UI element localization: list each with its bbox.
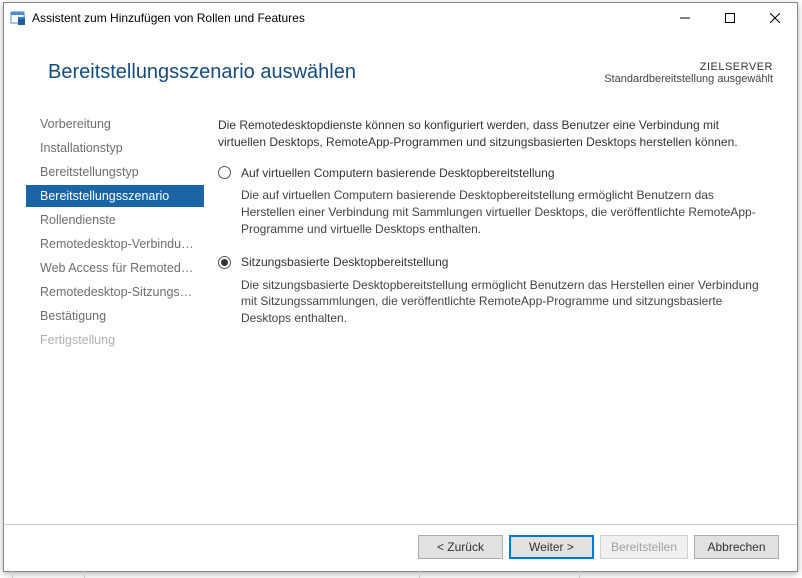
page-title: Bereitstellungsszenario auswählen	[48, 61, 356, 84]
sidebar-item-vorbereitung[interactable]: Vorbereitung	[32, 113, 204, 135]
option-vm-based-label: Auf virtuellen Computern basierende Desk…	[241, 165, 555, 182]
cancel-button[interactable]: Abbrechen	[694, 535, 779, 559]
target-info: ZIELSERVER Standardbereitstellung ausgew…	[604, 61, 773, 85]
minimize-button[interactable]	[662, 3, 707, 33]
sidebar: Vorbereitung Installationstyp Bereitstel…	[4, 105, 204, 524]
maximize-button[interactable]	[707, 3, 752, 33]
app-icon	[10, 10, 26, 26]
target-label: ZIELSERVER	[604, 61, 773, 73]
titlebar: Assistent zum Hinzufügen von Rollen und …	[4, 3, 797, 33]
option-session-based-label: Sitzungsbasierte Desktopbereitstellung	[241, 254, 448, 271]
close-button[interactable]	[752, 3, 797, 33]
intro-text: Die Remotedesktopdienste können so konfi…	[218, 117, 769, 151]
titlebar-text: Assistent zum Hinzufügen von Rollen und …	[32, 11, 305, 25]
footer: < Zurück Weiter > Bereitstellen Abbreche…	[4, 524, 797, 571]
sidebar-item-fertigstellung: Fertigstellung	[32, 329, 204, 351]
sidebar-item-rd-verbindungsbroker[interactable]: Remotedesktop-Verbindungsbroker	[32, 233, 204, 255]
sidebar-item-bestaetigung[interactable]: Bestätigung	[32, 305, 204, 327]
deploy-button: Bereitstellen	[600, 535, 688, 559]
option-session-based-desc: Die sitzungsbasierte Desktopbereitstellu…	[218, 277, 769, 327]
back-button[interactable]: < Zurück	[418, 535, 503, 559]
header: Bereitstellungsszenario auswählen ZIELSE…	[4, 33, 797, 95]
sidebar-item-rd-sitzungshost[interactable]: Remotedesktop-Sitzungshost	[32, 281, 204, 303]
target-value: Standardbereitstellung ausgewählt	[604, 73, 773, 85]
option-vm-based[interactable]: Auf virtuellen Computern basierende Desk…	[218, 165, 769, 238]
next-button[interactable]: Weiter >	[509, 535, 594, 559]
sidebar-item-installationstyp[interactable]: Installationstyp	[32, 137, 204, 159]
option-vm-based-desc: Die auf virtuellen Computern basierende …	[218, 187, 769, 237]
background-grid	[3, 570, 798, 578]
radio-vm-based[interactable]	[218, 166, 231, 179]
sidebar-item-bereitstellungstyp[interactable]: Bereitstellungstyp	[32, 161, 204, 183]
content: Vorbereitung Installationstyp Bereitstel…	[4, 95, 797, 524]
window-controls	[662, 3, 797, 33]
radio-session-based[interactable]	[218, 256, 231, 269]
sidebar-item-bereitstellungsszenario[interactable]: Bereitstellungsszenario	[26, 185, 204, 207]
wizard-window: Assistent zum Hinzufügen von Rollen und …	[3, 2, 798, 572]
sidebar-item-rollendienste[interactable]: Rollendienste	[32, 209, 204, 231]
sidebar-item-web-access[interactable]: Web Access für Remotedesktop	[32, 257, 204, 279]
option-session-based[interactable]: Sitzungsbasierte Desktopbereitstellung D…	[218, 254, 769, 327]
main-pane: Die Remotedesktopdienste können so konfi…	[204, 105, 797, 524]
